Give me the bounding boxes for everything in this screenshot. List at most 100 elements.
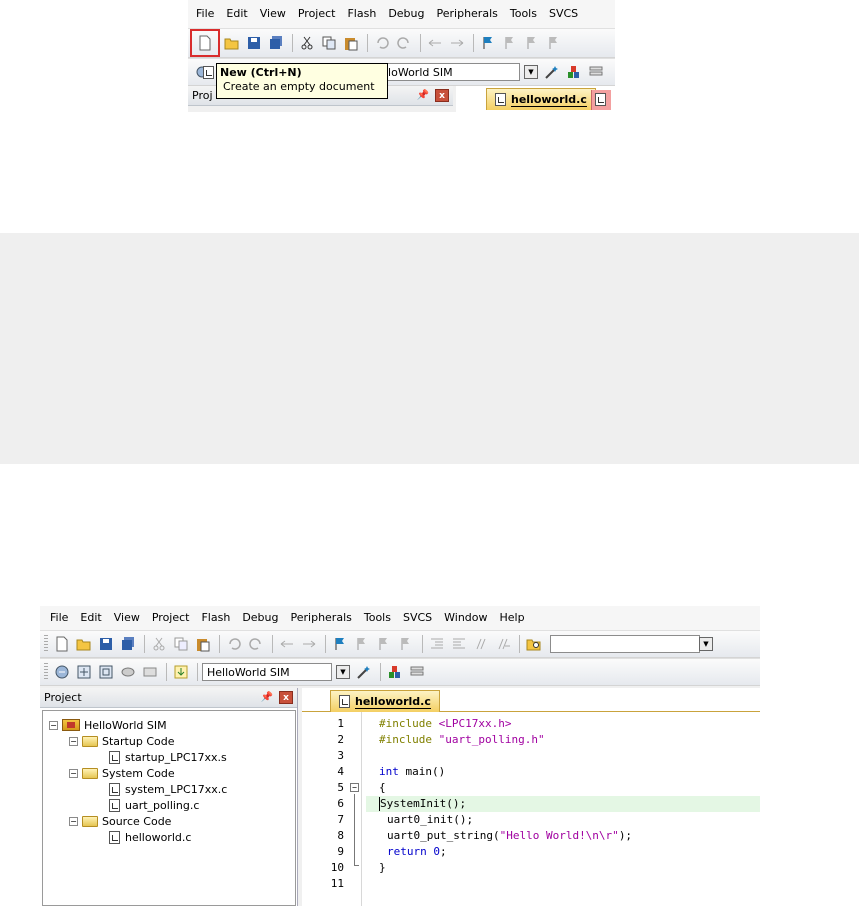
collapse-icon[interactable]: −: [69, 816, 78, 826]
target-dropdown-arrow[interactable]: ▼: [336, 665, 350, 679]
tree-file[interactable]: startup_LPC17xx.s: [109, 749, 227, 765]
save-all-button[interactable]: [266, 33, 286, 53]
menu-debug[interactable]: Debug: [382, 3, 430, 25]
unindent-button[interactable]: [449, 634, 469, 654]
manage-components-button[interactable]: [385, 662, 405, 682]
new-file-button[interactable]: [190, 29, 220, 57]
cut-icon: [301, 36, 313, 50]
clear-bookmarks-button[interactable]: [544, 33, 564, 53]
open-button[interactable]: [74, 634, 94, 654]
menu-project[interactable]: Project: [292, 3, 342, 25]
uncomment-button[interactable]: [493, 634, 513, 654]
bookmark-button[interactable]: [330, 634, 350, 654]
tree-root[interactable]: − HelloWorld SIM: [49, 717, 167, 733]
undo-button[interactable]: [372, 33, 392, 53]
pin-icon[interactable]: 📌: [261, 692, 273, 703]
toolbar-grip[interactable]: [44, 635, 48, 653]
next-bookmark-button[interactable]: [522, 33, 542, 53]
save-button[interactable]: [96, 634, 116, 654]
menu-file[interactable]: File: [190, 3, 220, 25]
tree-group-system[interactable]: − System Code: [69, 765, 175, 781]
tree-group-startup[interactable]: − Startup Code: [69, 733, 174, 749]
target-options-button[interactable]: [354, 662, 374, 682]
close-pane-button[interactable]: x: [279, 691, 293, 704]
find-input[interactable]: [550, 635, 700, 653]
prev-bookmark-button[interactable]: [500, 33, 520, 53]
save-button[interactable]: [244, 33, 264, 53]
target-dropdown-arrow[interactable]: ▼: [524, 65, 538, 79]
batch-build-button[interactable]: [118, 662, 138, 682]
cut-button[interactable]: [297, 33, 317, 53]
prev-bookmark-button[interactable]: [352, 634, 372, 654]
tab-helloworld[interactable]: helloworld.c: [330, 690, 440, 712]
menu-file[interactable]: File: [44, 607, 74, 629]
nav-back-button[interactable]: [277, 634, 297, 654]
multi-project-button[interactable]: [586, 62, 606, 82]
redo-icon: [397, 37, 409, 49]
save-all-button[interactable]: [118, 634, 138, 654]
nav-forward-button[interactable]: [299, 634, 319, 654]
build-button[interactable]: [74, 662, 94, 682]
fold-collapse-icon[interactable]: −: [350, 783, 359, 792]
download-button[interactable]: [171, 662, 191, 682]
target-select[interactable]: HelloWorld SIM: [202, 663, 332, 681]
close-pane-button[interactable]: x: [435, 89, 449, 102]
tree-group-source[interactable]: − Source Code: [69, 813, 171, 829]
tooltip: New (Ctrl+N) Create an empty document: [203, 63, 388, 99]
code-line: 9 return 0;: [337, 845, 447, 858]
paste-button[interactable]: [193, 634, 213, 654]
redo-button[interactable]: [394, 33, 414, 53]
menu-svcs[interactable]: SVCS: [397, 607, 438, 629]
tree-file[interactable]: system_LPC17xx.c: [109, 781, 227, 797]
tree-file[interactable]: helloworld.c: [109, 829, 191, 845]
menu-tools[interactable]: Tools: [504, 3, 543, 25]
menu-tools[interactable]: Tools: [358, 607, 397, 629]
nav-back-button[interactable]: [425, 33, 445, 53]
copy-button[interactable]: [171, 634, 191, 654]
manage-components-button[interactable]: [564, 62, 584, 82]
find-in-files-button[interactable]: [524, 634, 544, 654]
menu-project[interactable]: Project: [146, 607, 196, 629]
tab-new-document[interactable]: [591, 90, 611, 110]
menu-help[interactable]: Help: [494, 607, 531, 629]
redo-button[interactable]: [246, 634, 266, 654]
menu-view[interactable]: View: [108, 607, 146, 629]
paste-button[interactable]: [341, 33, 361, 53]
indent-button[interactable]: [427, 634, 447, 654]
target-select[interactable]: lloWorld SIM: [380, 63, 520, 81]
next-bookmark-button[interactable]: [374, 634, 394, 654]
menu-edit[interactable]: Edit: [220, 3, 253, 25]
find-dropdown-arrow[interactable]: ▼: [699, 637, 713, 651]
target-options-button[interactable]: [542, 62, 562, 82]
menu-peripherals[interactable]: Peripherals: [431, 3, 504, 25]
collapse-icon[interactable]: −: [69, 768, 78, 778]
menu-window[interactable]: Window: [438, 607, 493, 629]
code-view[interactable]: 1 #include <LPC17xx.h> 2 #include "uart_po…: [302, 714, 760, 906]
menu-view[interactable]: View: [254, 3, 292, 25]
rebuild-button[interactable]: [96, 662, 116, 682]
copy-button[interactable]: [319, 33, 339, 53]
open-button[interactable]: [222, 33, 242, 53]
stop-build-button[interactable]: [140, 662, 160, 682]
undo-button[interactable]: [224, 634, 244, 654]
pin-icon[interactable]: 📌: [417, 90, 429, 101]
collapse-icon[interactable]: −: [69, 736, 78, 746]
tree-file[interactable]: uart_polling.c: [109, 797, 199, 813]
new-file-button[interactable]: [52, 634, 72, 654]
multi-project-button[interactable]: [407, 662, 427, 682]
clear-bookmarks-button[interactable]: [396, 634, 416, 654]
tab-helloworld[interactable]: helloworld.c: [486, 88, 596, 110]
menu-debug[interactable]: Debug: [236, 607, 284, 629]
collapse-icon[interactable]: −: [49, 720, 58, 730]
cut-button[interactable]: [149, 634, 169, 654]
menu-flash[interactable]: Flash: [195, 607, 236, 629]
menu-flash[interactable]: Flash: [341, 3, 382, 25]
menu-peripherals[interactable]: Peripherals: [285, 607, 358, 629]
menu-edit[interactable]: Edit: [74, 607, 107, 629]
nav-forward-button[interactable]: [447, 33, 467, 53]
menu-svcs[interactable]: SVCS: [543, 3, 584, 25]
bookmark-button[interactable]: [478, 33, 498, 53]
translate-button[interactable]: [52, 662, 72, 682]
comment-button[interactable]: [471, 634, 491, 654]
toolbar-grip[interactable]: [44, 663, 48, 681]
